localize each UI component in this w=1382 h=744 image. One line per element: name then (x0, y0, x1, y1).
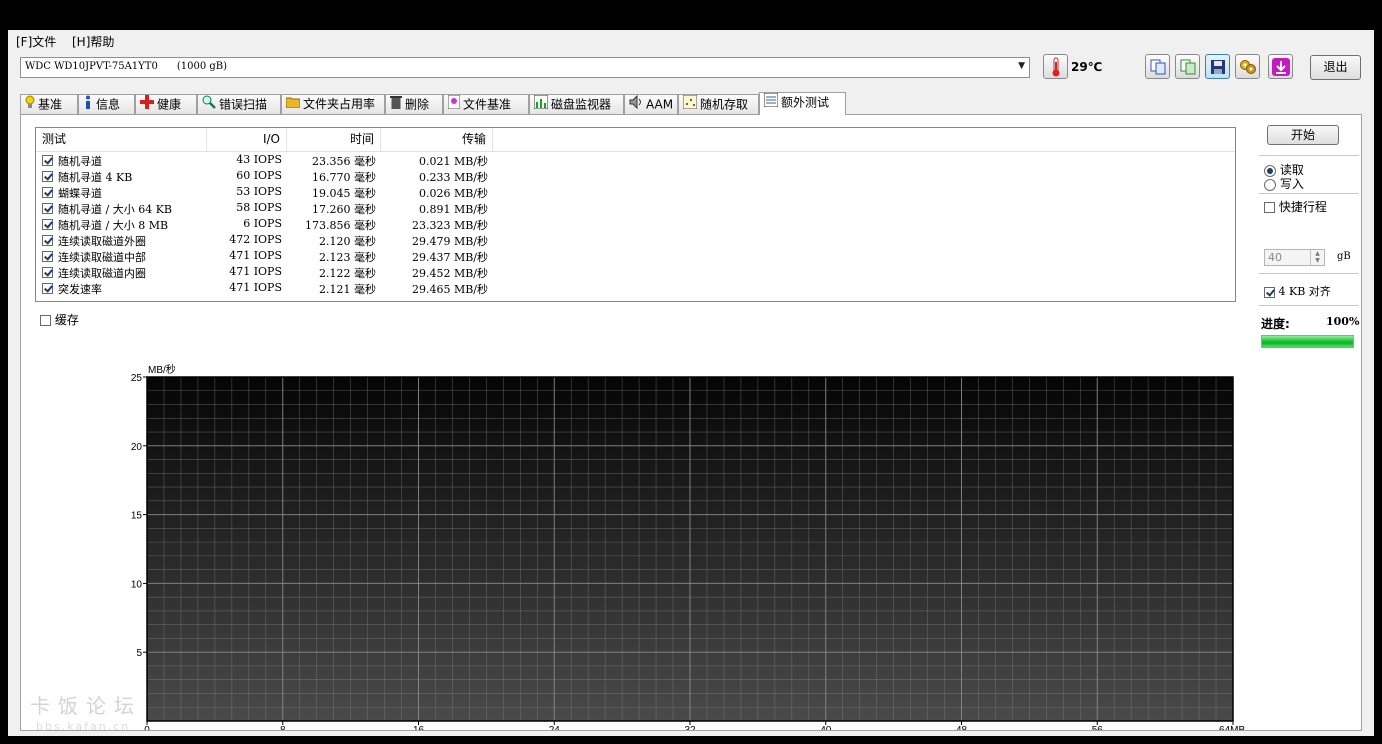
tab-label: 信息 (96, 97, 121, 112)
watermark-url: bbs.kafan.cn (36, 720, 131, 733)
spin-arrows-icon[interactable]: ▲ ▼ (1310, 250, 1324, 265)
extra-tests-icon (763, 92, 779, 113)
progress-bar (1261, 335, 1354, 348)
speaker-icon (629, 94, 643, 115)
tab-label: 文件基准 (463, 97, 512, 112)
extra-tests-panel: 测试 I/O 时间 传输 随机寻道 43 IOPS 23.356 毫秒 0.021 M… (20, 114, 1362, 731)
bulb-icon (25, 95, 35, 115)
progress-bar-fill (1262, 336, 1353, 347)
drive-select-value: WDC WD10JPVT-75A1YT0 (1000 gB) (25, 61, 228, 72)
divider (1259, 273, 1359, 274)
chevron-down-icon: ▼ (1018, 61, 1025, 71)
short-stroke-checkbox[interactable] (1264, 202, 1275, 213)
x-tick-label: 16 (413, 725, 425, 730)
x-tick-label: 0 (144, 725, 150, 730)
thermometer-icon (1052, 57, 1059, 76)
tab-label: 额外测试 (781, 95, 830, 110)
tab-label: 磁盘监视器 (551, 97, 612, 112)
y-tick-label: 10 (131, 579, 143, 590)
y-axis-label: MB/秒 (148, 363, 176, 376)
tab-random-access[interactable]: 随机存取 (678, 94, 759, 114)
drive-select[interactable]: WDC WD10JPVT-75A1YT0 (1000 gB) ▼ (20, 57, 1030, 78)
short-stroke-input[interactable]: 40 ▲ ▼ (1264, 249, 1325, 266)
info-icon (83, 95, 93, 115)
health-cross-icon (140, 95, 154, 115)
tab-disk-monitor[interactable]: 磁盘监视器 (529, 94, 624, 114)
progress-value: 100% (1326, 315, 1360, 328)
monitor-chart-icon (533, 94, 549, 115)
divider (1259, 305, 1359, 306)
write-radio[interactable] (1264, 178, 1276, 191)
download-arrow-icon (1271, 57, 1290, 76)
y-tick-label: 20 (131, 442, 143, 453)
tab-extra-tests[interactable]: 额外测试 (759, 92, 846, 115)
watermark-text: 卡饭论坛 (30, 694, 142, 718)
short-stroke-value: 40 (1268, 251, 1282, 264)
tab-error-scan[interactable]: 错误扫描 (197, 94, 281, 114)
tab-label: 删除 (405, 97, 430, 112)
temperature-button[interactable] (1043, 54, 1068, 79)
tab-label: 错误扫描 (219, 97, 268, 112)
tab-label: 随机存取 (700, 97, 749, 112)
tab-label: 健康 (157, 97, 182, 112)
trash-icon (390, 95, 402, 115)
menu-help[interactable]: [H]帮助 (72, 33, 114, 50)
y-tick-label: 15 (131, 511, 143, 522)
x-tick-label: 24 (549, 725, 561, 730)
tab-delete[interactable]: 删除 (385, 94, 443, 114)
exit-button[interactable]: 退出 (1310, 55, 1361, 80)
x-tick-label: 48 (956, 725, 968, 730)
gears-icon (1239, 59, 1256, 74)
x-tick-label: 40 (820, 725, 832, 730)
file-bench-icon (447, 94, 461, 115)
short-stroke-row[interactable]: 快捷行程 (1264, 198, 1327, 215)
short-stroke-label: 快捷行程 (1278, 200, 1327, 214)
download-button[interactable] (1268, 54, 1293, 79)
x-tick-label: 8 (280, 725, 286, 730)
tab-aam[interactable]: AAM (624, 94, 678, 114)
align-4kb-row[interactable]: 4 KB 对齐 (1264, 283, 1331, 299)
copy-image-icon (1180, 59, 1195, 74)
tab-info[interactable]: 信息 (78, 94, 135, 114)
y-tick-label: 5 (136, 648, 142, 659)
x-tick-label: 56 (1092, 725, 1104, 730)
tab-file-benchmark[interactable]: 文件基准 (443, 94, 529, 114)
copy-icon (1150, 59, 1165, 74)
x-tick-label: 32 (684, 725, 696, 730)
magnifier-icon (202, 95, 216, 115)
short-stroke-unit: gB (1337, 251, 1351, 262)
align-4kb-label: 4 KB 对齐 (1278, 285, 1331, 298)
tab-label: 文件夹占用率 (303, 97, 376, 111)
tab-label: 基准 (38, 97, 63, 112)
divider (1259, 193, 1359, 194)
main-window: [F]文件 [H]帮助 WDC WD10JPVT-75A1YT0 (1000 g… (8, 30, 1374, 736)
tab-benchmark[interactable]: 基准 (20, 94, 78, 114)
divider (1259, 155, 1359, 156)
temperature-readout: 29℃ (1071, 60, 1103, 74)
tab-label: AAM (646, 97, 674, 112)
random-access-icon (682, 94, 698, 115)
y-tick-label: 25 (131, 373, 143, 384)
menu-bar: [F]文件 [H]帮助 (8, 30, 1374, 50)
x-tick-label: 64MB (1219, 725, 1245, 730)
folder-icon (285, 95, 301, 114)
tab-folder-usage[interactable]: 文件夹占用率 (281, 94, 385, 114)
align-4kb-checkbox[interactable] (1264, 286, 1275, 298)
write-label: 写入 (1279, 177, 1304, 191)
copy-image-button[interactable] (1175, 54, 1200, 79)
menu-file[interactable]: [F]文件 (16, 33, 56, 50)
save-button[interactable] (1205, 54, 1230, 79)
floppy-disk-icon (1210, 59, 1225, 74)
options-button[interactable] (1235, 54, 1260, 79)
progress-label: 进度: (1261, 317, 1290, 331)
tab-health[interactable]: 健康 (135, 94, 197, 114)
start-button[interactable]: 开始 (1267, 125, 1339, 145)
copy-text-button[interactable] (1145, 54, 1170, 79)
transfer-chart: 5 10 15 20 25 0 8 16 24 32 40 48 56 64MB MB/秒 (131, 363, 1246, 730)
write-radio-row[interactable]: 写入 (1264, 175, 1304, 192)
